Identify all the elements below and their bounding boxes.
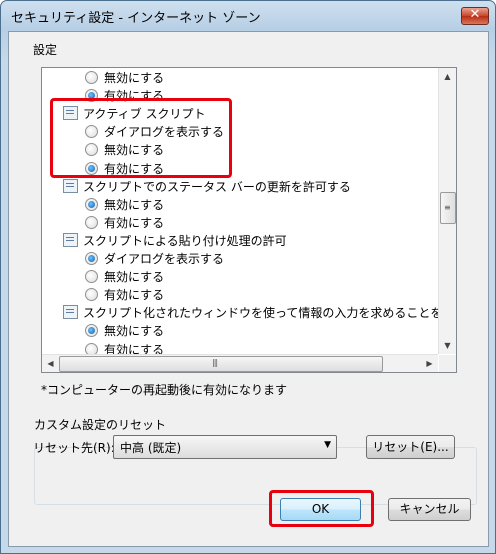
radio-selected-icon[interactable] bbox=[85, 324, 98, 338]
reset-button[interactable]: リセット(E)... bbox=[366, 435, 455, 459]
radio-selected-icon[interactable] bbox=[85, 197, 98, 211]
dropdown-arrow-icon: ▼ bbox=[324, 440, 331, 450]
restart-note: *コンピューターの再起動後に有効になります bbox=[41, 383, 288, 397]
reset-level-select[interactable]: 中高 (既定) ▼ bbox=[113, 435, 337, 459]
security-settings-window: セキュリティ設定 - インターネット ゾーン ✕ 設定 無効にする 有効にする アク… bbox=[0, 0, 496, 554]
cancel-button[interactable]: キャンセル bbox=[388, 498, 471, 521]
horizontal-scroll-thumb[interactable]: ||| bbox=[59, 356, 383, 372]
option-label: 有効にする bbox=[104, 215, 165, 230]
close-icon: ✕ bbox=[469, 7, 481, 22]
ok-button-highlight bbox=[269, 490, 374, 527]
option-label: 無効にする bbox=[104, 270, 165, 285]
option-label: 有効にする bbox=[104, 288, 165, 303]
vertical-scroll-thumb[interactable]: ≡ bbox=[440, 192, 456, 224]
settings-group-label: 設定 bbox=[33, 43, 58, 57]
radio-unselected-icon[interactable] bbox=[85, 270, 98, 284]
category-label: スクリプト化されたウィンドウを使って情報の入力を求めることを Web サイトに bbox=[83, 306, 438, 321]
grip-icon: ≡ bbox=[444, 203, 451, 212]
grip-icon: ||| bbox=[212, 358, 218, 367]
reset-level-value: 中高 (既定) bbox=[120, 441, 182, 455]
dialog-client-area: 設定 無効にする 有効にする アクティブ スクリプト ダイアログを表示する 無効にする有… bbox=[8, 31, 489, 547]
reset-group-label: カスタム設定のリセット bbox=[33, 416, 168, 433]
script-settings-icon bbox=[63, 178, 78, 193]
horizontal-scrollbar[interactable]: ◀ ||| ▶ bbox=[42, 354, 438, 372]
script-settings-icon bbox=[63, 232, 78, 247]
window-title: セキュリティ設定 - インターネット ゾーン bbox=[11, 11, 261, 26]
category-label: スクリプトでのステータス バーの更新を許可する bbox=[83, 179, 351, 194]
reset-to-label: リセット先(R): bbox=[33, 441, 115, 455]
radio-unselected-icon[interactable] bbox=[85, 71, 98, 84]
radio-selected-icon[interactable] bbox=[85, 252, 98, 265]
close-button[interactable]: ✕ bbox=[461, 7, 489, 25]
option-label: 有効にする bbox=[104, 342, 165, 355]
title-bar[interactable]: セキュリティ設定 - インターネット ゾーン ✕ bbox=[1, 1, 495, 29]
active-script-highlight bbox=[50, 98, 232, 178]
scroll-right-arrow-icon[interactable]: ▶ bbox=[421, 355, 438, 372]
scroll-down-arrow-icon[interactable]: ▼ bbox=[439, 337, 456, 354]
script-settings-icon bbox=[63, 305, 78, 320]
radio-unselected-icon[interactable] bbox=[85, 342, 98, 354]
category-label: スクリプトによる貼り付け処理の許可 bbox=[83, 233, 287, 248]
radio-unselected-icon[interactable] bbox=[85, 288, 98, 302]
scroll-up-arrow-icon[interactable]: ▲ bbox=[439, 68, 456, 85]
option-label: 無効にする bbox=[104, 197, 165, 212]
option-label: 無効にする bbox=[104, 71, 165, 85]
option-label: 無効にする bbox=[104, 324, 165, 339]
option-label: ダイアログを表示する bbox=[104, 252, 225, 266]
scrollbar-corner bbox=[439, 355, 456, 372]
radio-unselected-icon[interactable] bbox=[85, 215, 98, 229]
scroll-left-arrow-icon[interactable]: ◀ bbox=[42, 355, 59, 372]
vertical-scrollbar[interactable]: ▲ ≡ ▼ bbox=[438, 68, 456, 354]
